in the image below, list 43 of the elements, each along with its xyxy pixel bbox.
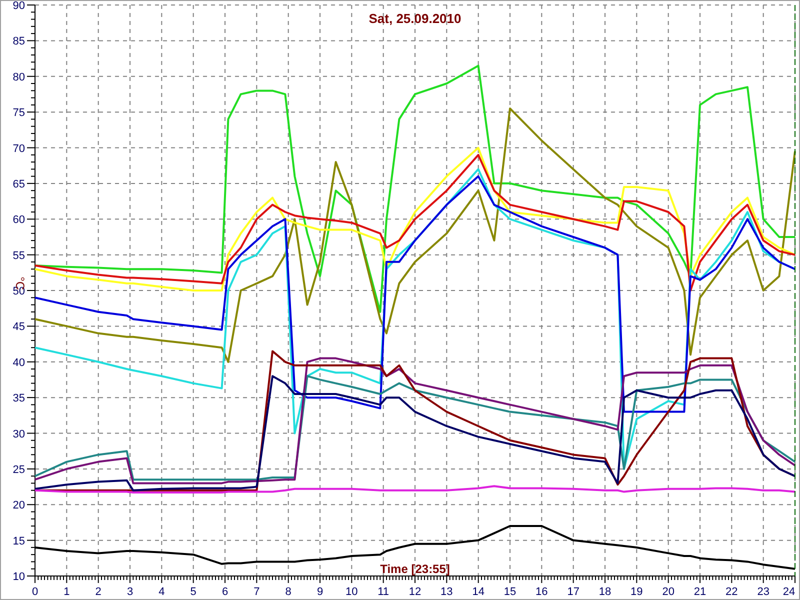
x-tick-label: 16 [536,586,548,598]
x-tick-label: 23 [757,586,770,598]
x-tick-label: 7 [254,586,260,598]
x-tick-label: 10 [346,586,358,598]
y-tick-label: 15 [12,535,25,548]
x-tick-label: 4 [158,586,165,598]
y-tick-label: 25 [12,464,25,476]
x-tick-label: 3 [126,586,134,598]
y-tick-label: 20 [12,500,25,512]
y-tick-label: 65 [12,178,25,190]
x-tick-label: 5 [190,586,196,598]
x-tick-label: 15 [504,586,516,598]
y-tick-label: 45 [12,321,25,334]
y-tick-label: 80 [12,71,25,84]
y-tick-label: 60 [12,214,25,226]
x-tick-label: 17 [567,586,580,598]
x-tick-label: 12 [408,586,422,598]
y-tick-label: 75 [12,107,25,120]
x-tick-label: 0 [32,586,38,598]
y-tick-label: 55 [12,250,25,262]
y-tick-label: 70 [12,142,25,155]
x-tick-label: 1 [64,586,70,598]
x-tick-label: 19 [630,586,643,598]
x-tick-label: 9 [316,586,324,598]
x-tick-label: 6 [222,586,228,598]
y-tick-label: 35 [12,392,25,405]
y-tick-label: 10 [12,571,25,583]
y-tick-label: 90 [12,1,25,12]
x-tick-label: 2 [95,586,102,598]
x-tick-label: 8 [285,586,292,598]
x-tick-label: 20 [662,586,674,598]
x-tick-label: 24 [782,586,796,598]
x-axis-label: Time [23:55] [380,562,450,576]
x-tick-label: 13 [440,586,453,598]
x-tick-label: 18 [598,586,612,598]
y-tick-label: 40 [12,356,25,369]
y-tick-label: 30 [12,428,25,440]
y-tick-label: 85 [12,36,25,48]
chart-title: Sat, 25.09.2010 [368,11,462,26]
x-tick-label: 21 [694,586,706,598]
x-tick-label: 14 [472,586,484,598]
x-tick-label: 11 [378,586,390,598]
x-tick-label: 22 [726,586,738,598]
